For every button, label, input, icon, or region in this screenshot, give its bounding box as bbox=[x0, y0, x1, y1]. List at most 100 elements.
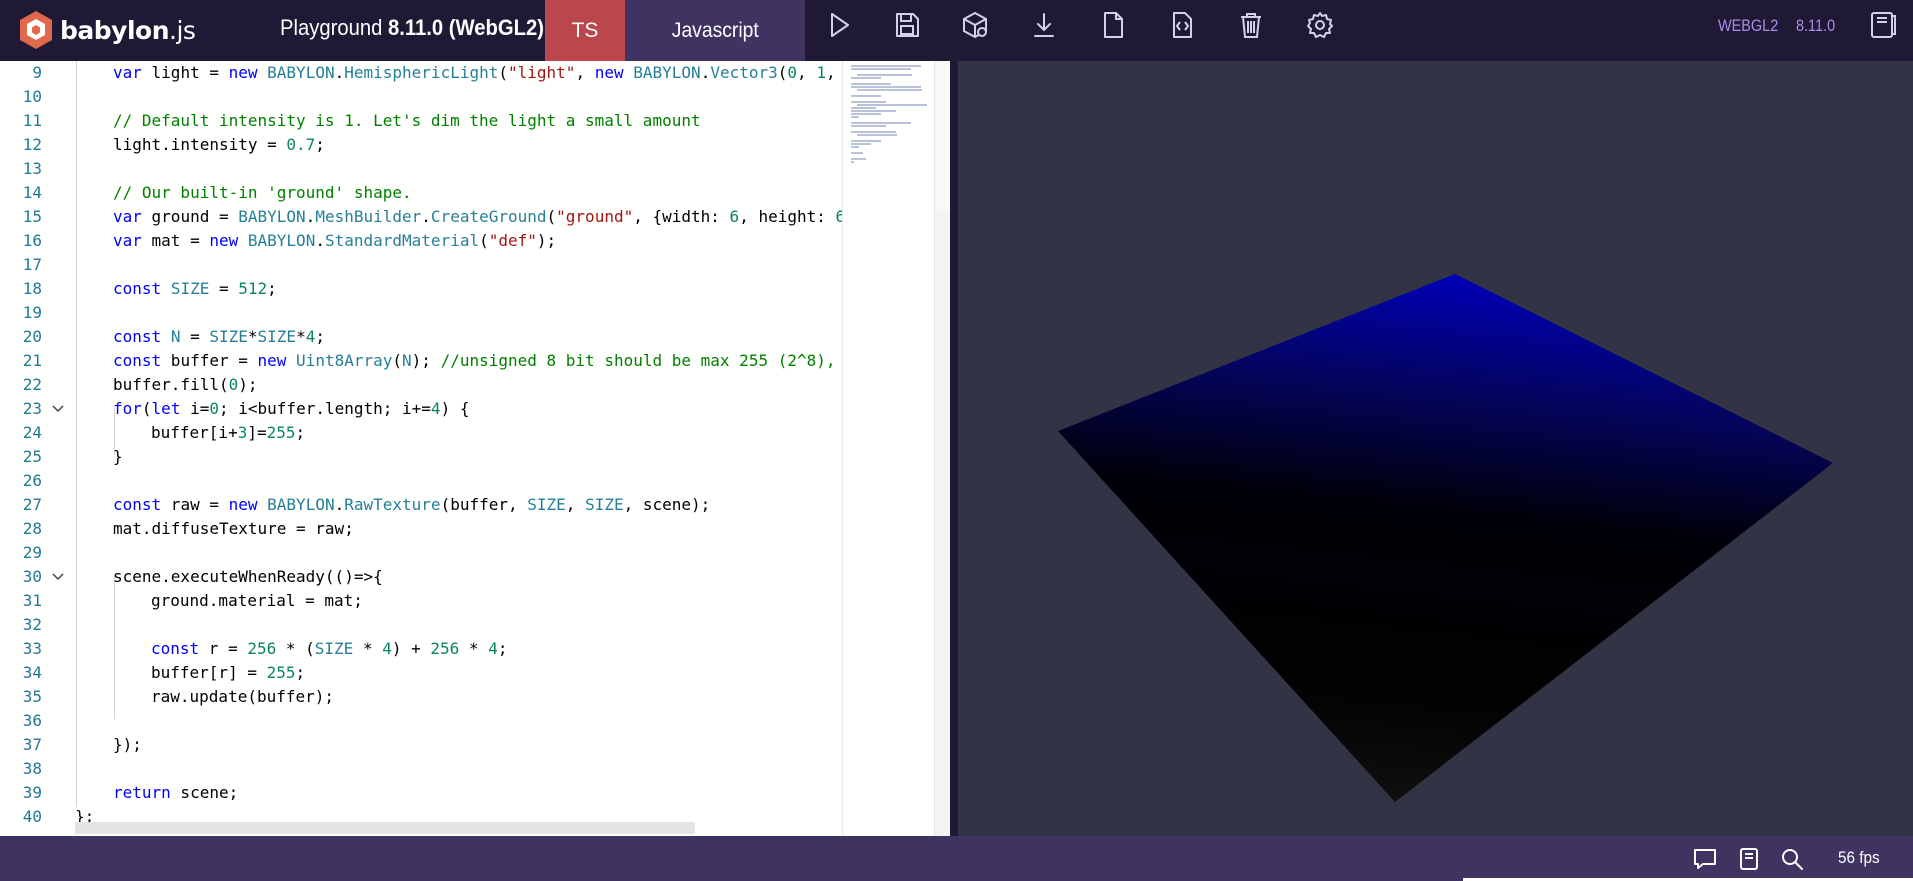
minimap-line bbox=[857, 89, 922, 91]
minimap-line bbox=[857, 134, 897, 136]
inspector-icon[interactable] bbox=[960, 10, 990, 40]
vertical-scrollbar[interactable] bbox=[934, 61, 950, 836]
minimap-line bbox=[851, 125, 886, 127]
line-number: 15 bbox=[22, 207, 42, 226]
code-line-9: var light = new BABYLON.HemisphericLight… bbox=[113, 63, 836, 82]
code-line-31: ground.material = mat; bbox=[151, 591, 363, 610]
code-line-20: const N = SIZE*SIZE*4; bbox=[113, 327, 325, 346]
line-number: 29 bbox=[22, 543, 42, 562]
settings-icon[interactable] bbox=[1305, 10, 1335, 40]
line-number: 26 bbox=[22, 471, 42, 490]
new-icon[interactable] bbox=[1098, 10, 1128, 40]
babylon-logo-icon bbox=[20, 11, 52, 49]
code-line-30: scene.executeWhenReady(()=>{ bbox=[113, 567, 383, 586]
minimap-line bbox=[851, 68, 911, 70]
code-line-12: light.intensity = 0.7; bbox=[113, 135, 325, 154]
play-icon[interactable] bbox=[823, 10, 853, 40]
line-number: 39 bbox=[22, 783, 42, 802]
minimap-line bbox=[851, 101, 886, 103]
code-line-11: // Default intensity is 1. Let's dim the… bbox=[113, 111, 701, 130]
render-canvas[interactable] bbox=[958, 61, 1913, 836]
code-line-35: raw.update(buffer); bbox=[151, 687, 335, 706]
line-number: 20 bbox=[22, 327, 42, 346]
minimap-line bbox=[851, 113, 881, 115]
tab-typescript[interactable]: TS bbox=[545, 0, 625, 61]
code-line-39: return scene; bbox=[113, 783, 239, 802]
code-line-27: const raw = new BABYLON.RawTexture(buffe… bbox=[113, 495, 711, 514]
minimap-line bbox=[851, 140, 881, 142]
line-number: 24 bbox=[22, 423, 42, 442]
babylon-logo[interactable]: babylon.js bbox=[18, 8, 196, 52]
search-icon[interactable] bbox=[1779, 846, 1805, 872]
line-number: 17 bbox=[22, 255, 42, 274]
line-number: 23 bbox=[22, 399, 42, 418]
minimap-line bbox=[851, 131, 896, 133]
code-line-37: }); bbox=[113, 735, 142, 754]
code-editor[interactable]: 9 10 11 12 13 14 15 16 17 18 19 20 21 22 23 24 25 26 27 28 2… bbox=[0, 61, 950, 836]
line-number: 36 bbox=[22, 711, 42, 730]
code-line-23: for(let i=0; i<buffer.length; i+=4) { bbox=[113, 399, 470, 418]
minimap-line bbox=[851, 95, 881, 97]
minimap-line bbox=[851, 161, 854, 163]
line-number: 16 bbox=[22, 231, 42, 250]
scene-view bbox=[1058, 274, 1833, 802]
code-line-22: buffer.fill(0); bbox=[113, 375, 258, 394]
line-number: 27 bbox=[22, 495, 42, 514]
version-label[interactable]: 8.11.0 bbox=[1796, 16, 1835, 36]
minimap-line bbox=[851, 107, 876, 109]
code-line-15: var ground = BABYLON.MeshBuilder.CreateG… bbox=[113, 207, 842, 226]
line-number: 37 bbox=[22, 735, 42, 754]
code-line-18: const SIZE = 512; bbox=[113, 279, 277, 298]
line-number: 21 bbox=[22, 351, 42, 370]
line-number: 9 bbox=[32, 63, 42, 82]
scrollbar-thumb[interactable] bbox=[936, 61, 950, 211]
code-line-24: buffer[i+3]=255; bbox=[151, 423, 306, 442]
minimap-line bbox=[851, 83, 891, 85]
code-line-28: mat.diffuseTexture = raw; bbox=[113, 519, 354, 538]
code-line-25: } bbox=[113, 447, 123, 466]
code-line-34: buffer[r] = 255; bbox=[151, 663, 306, 682]
line-number: 11 bbox=[22, 111, 42, 130]
fold-chevron-icon[interactable] bbox=[51, 402, 65, 416]
line-number: 14 bbox=[22, 183, 42, 202]
tab-javascript[interactable]: Javascript bbox=[625, 0, 805, 61]
minimap-line bbox=[851, 86, 921, 88]
fps-counter: 56 fps bbox=[1838, 848, 1880, 867]
code-line-16: var mat = new BABYLON.StandardMaterial("… bbox=[113, 231, 557, 250]
line-number: 28 bbox=[22, 519, 42, 538]
code-area[interactable]: var light = new BABYLON.HemisphericLight… bbox=[75, 61, 842, 836]
line-number: 22 bbox=[22, 375, 42, 394]
notebook-icon[interactable] bbox=[1736, 846, 1762, 872]
delete-icon[interactable] bbox=[1236, 10, 1266, 40]
line-number: 35 bbox=[22, 687, 42, 706]
line-number: 32 bbox=[22, 615, 42, 634]
horizontal-scrollbar[interactable] bbox=[75, 822, 695, 834]
fold-chevron-icon[interactable] bbox=[51, 570, 65, 584]
chat-icon[interactable] bbox=[1692, 846, 1718, 872]
clear-icon[interactable] bbox=[1167, 10, 1197, 40]
ground-plane bbox=[1058, 274, 1833, 802]
bottom-bar: 56 fps bbox=[0, 836, 1913, 881]
examples-icon[interactable] bbox=[1868, 10, 1898, 40]
line-number: 33 bbox=[22, 639, 42, 658]
playground-title: Playground 8.11.0 (WebGL2) bbox=[280, 15, 545, 40]
line-number: 13 bbox=[22, 159, 42, 178]
code-minimap[interactable] bbox=[842, 61, 934, 836]
line-number: 34 bbox=[22, 663, 42, 682]
minimap-line bbox=[851, 146, 859, 148]
line-number: 40 bbox=[22, 807, 42, 826]
line-number: 18 bbox=[22, 279, 42, 298]
download-icon[interactable] bbox=[1029, 10, 1059, 40]
save-icon[interactable] bbox=[892, 10, 922, 40]
pane-splitter[interactable] bbox=[950, 61, 958, 836]
indent-guide bbox=[76, 61, 77, 807]
code-line-21: const buffer = new Uint8Array(N); //unsi… bbox=[113, 351, 836, 370]
line-number: 38 bbox=[22, 759, 42, 778]
minimap-line bbox=[857, 104, 927, 106]
minimap-line bbox=[851, 122, 911, 124]
engine-label[interactable]: WEBGL2 bbox=[1718, 16, 1778, 36]
line-number: 12 bbox=[22, 135, 42, 154]
line-number: 10 bbox=[22, 87, 42, 106]
minimap-line bbox=[851, 158, 866, 160]
line-number: 31 bbox=[22, 591, 42, 610]
